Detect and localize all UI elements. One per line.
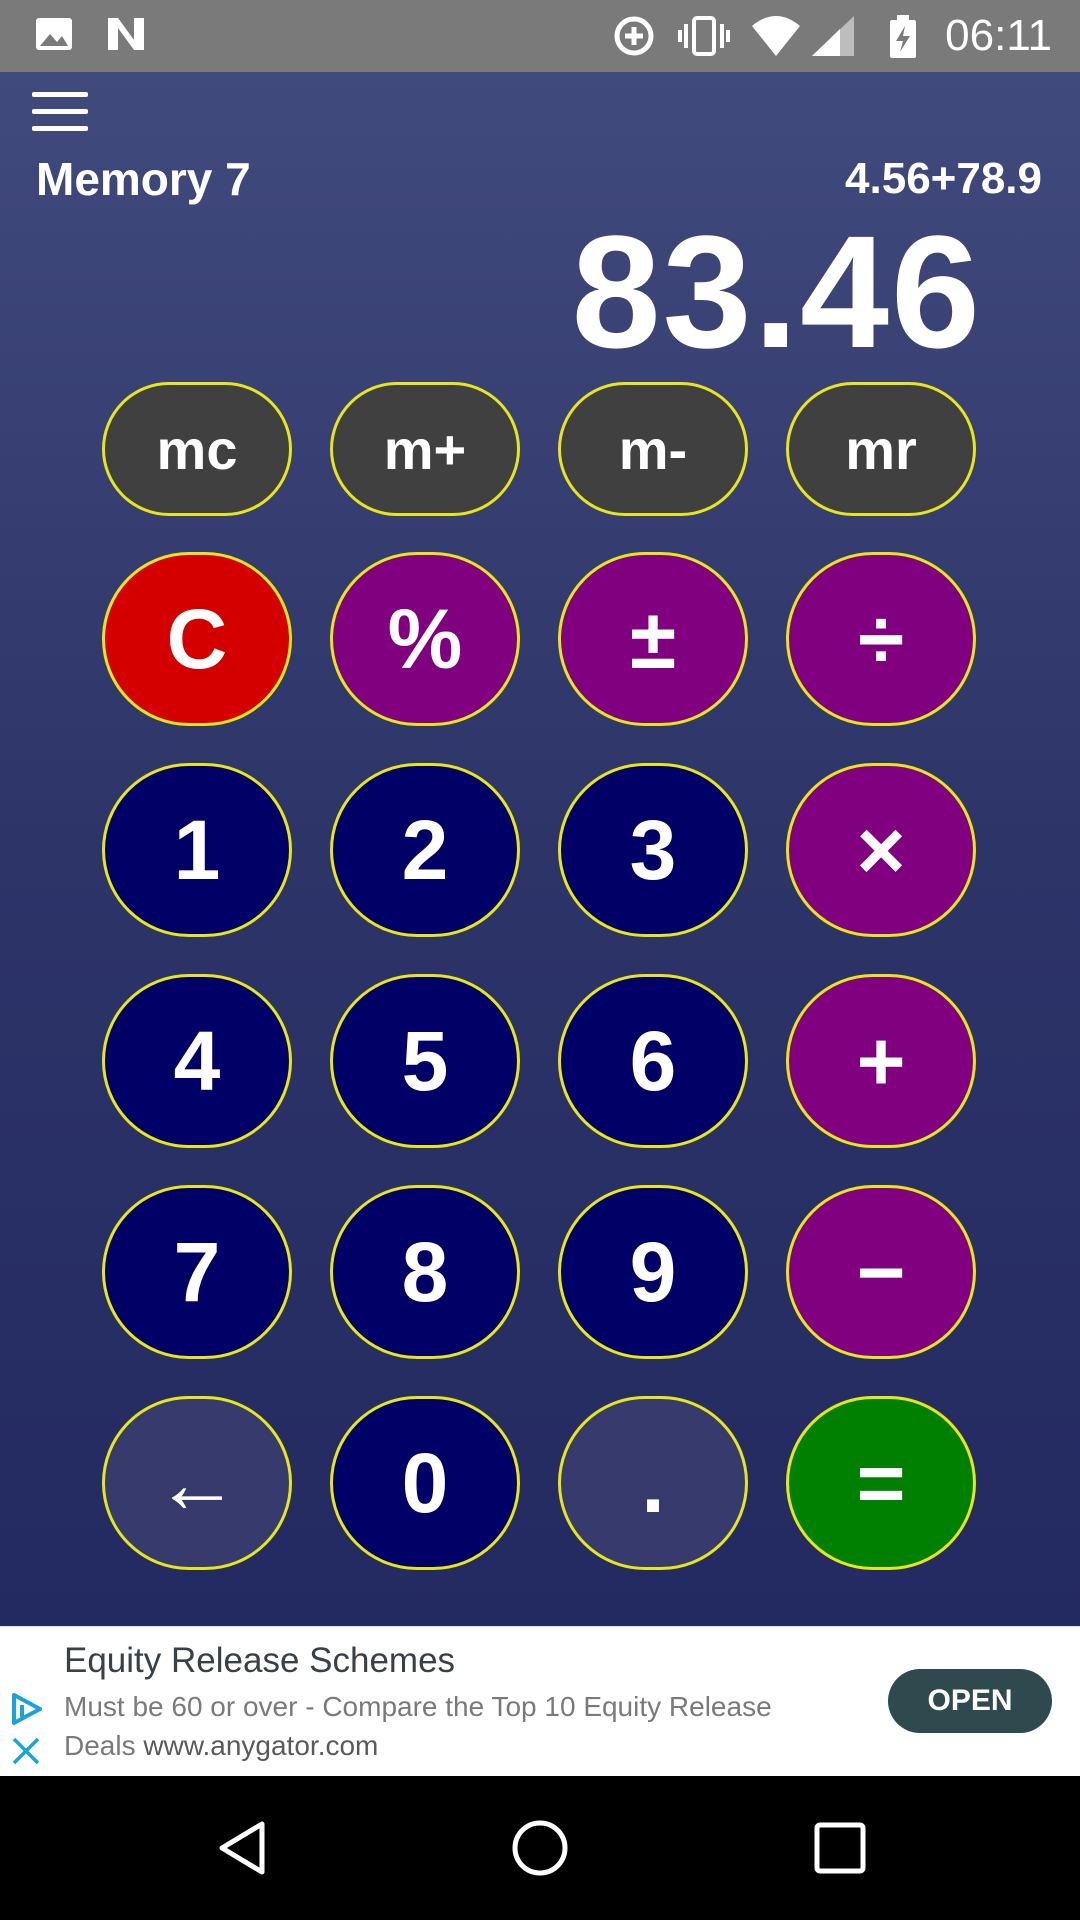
digit-3-button[interactable]: 3	[558, 763, 748, 937]
navigation-bar	[0, 1776, 1080, 1920]
digit-4-button[interactable]: 4	[102, 974, 292, 1148]
mr-button[interactable]: mr	[786, 382, 976, 516]
divide-button[interactable]: ÷	[786, 552, 976, 726]
digit-8-button[interactable]: 8	[330, 1185, 520, 1359]
ad-open-button[interactable]: OPEN	[888, 1669, 1052, 1733]
ad-choices-icon[interactable]	[6, 1689, 46, 1729]
n-notification-icon	[108, 18, 144, 50]
add-button[interactable]: +	[786, 974, 976, 1148]
wifi-icon	[752, 16, 800, 56]
ad-url[interactable]: www.anygator.com	[143, 1730, 378, 1761]
back-icon[interactable]	[214, 1818, 270, 1878]
m-plus-button[interactable]: m+	[330, 382, 520, 516]
vibrate-icon	[678, 16, 730, 56]
digit-9-button[interactable]: 9	[558, 1185, 748, 1359]
digit-5-button[interactable]: 5	[330, 974, 520, 1148]
m-minus-button[interactable]: m-	[558, 382, 748, 516]
decimal-button[interactable]: .	[558, 1396, 748, 1570]
ad-description: Must be 60 or over - Compare the Top 10 …	[64, 1687, 844, 1765]
close-icon[interactable]	[10, 1735, 42, 1767]
recents-icon[interactable]	[812, 1818, 868, 1878]
digit-0-button[interactable]: 0	[330, 1396, 520, 1570]
digit-6-button[interactable]: 6	[558, 974, 748, 1148]
image-icon	[36, 18, 72, 50]
battery-charging-icon	[890, 15, 916, 58]
data-saver-icon	[614, 16, 654, 56]
digit-7-button[interactable]: 7	[102, 1185, 292, 1359]
digit-1-button[interactable]: 1	[102, 763, 292, 937]
subtract-button[interactable]: −	[786, 1185, 976, 1359]
status-bar: 06:11	[0, 0, 1080, 72]
expression-display: 4.56+78.9	[845, 154, 1042, 203]
clear-button[interactable]: C	[102, 552, 292, 726]
equals-button[interactable]: =	[786, 1396, 976, 1570]
digit-2-button[interactable]: 2	[330, 763, 520, 937]
calculator-app: Memory 7 4.56+78.9 83.46 mc m+ m- mr C %…	[0, 72, 1080, 1626]
backspace-button[interactable]: ←	[102, 1396, 292, 1570]
memory-label: Memory 7	[36, 153, 251, 205]
home-icon[interactable]	[510, 1818, 570, 1878]
percent-button[interactable]: %	[330, 552, 520, 726]
multiply-button[interactable]: ×	[786, 763, 976, 937]
signal-icon	[812, 16, 854, 56]
ad-banner[interactable]: Equity Release Schemes Must be 60 or ove…	[0, 1626, 1080, 1777]
ad-title[interactable]: Equity Release Schemes	[64, 1641, 455, 1681]
menu-icon[interactable]	[32, 92, 88, 132]
mc-button[interactable]: mc	[102, 382, 292, 516]
result-display: 83.46	[571, 202, 982, 381]
status-time: 06:11	[945, 11, 1052, 60]
plus-minus-button[interactable]: ±	[558, 552, 748, 726]
